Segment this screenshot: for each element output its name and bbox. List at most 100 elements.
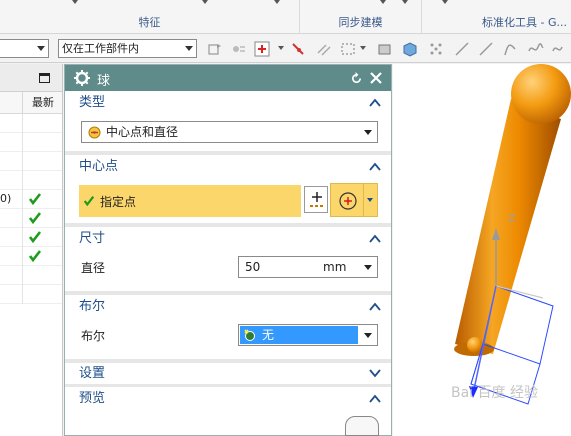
list-item[interactable] [0, 285, 62, 304]
center-diameter-icon [88, 126, 101, 139]
ribbon-dropdown-arrow[interactable] [200, 0, 210, 6]
spline-icon[interactable] [552, 41, 568, 57]
section-dimensions: 尺寸 直径 50 mm [65, 227, 391, 295]
check-icon [28, 193, 42, 206]
ribbon-dropdown-arrow[interactable] [272, 0, 282, 6]
list-item[interactable] [0, 133, 62, 152]
boolean-label: 布尔 [81, 329, 106, 343]
section-type: 类型 中心点和直径 [65, 91, 391, 155]
ribbon: 特征 同步建模 标准化工具 - G... [0, 0, 571, 34]
dialog-titlebar: 球 [65, 65, 391, 91]
snap-toggle-icon[interactable] [231, 41, 247, 57]
selection-scope-select[interactable]: 仅在工作部件内 [58, 39, 197, 58]
snap-point-icon[interactable] [207, 41, 223, 57]
section-title-settings[interactable]: 设置 [65, 363, 391, 384]
list-item[interactable] [0, 228, 62, 247]
point-dialog-button[interactable] [304, 186, 328, 213]
ribbon-group-standard-tools[interactable]: 标准化工具 - G... [422, 0, 571, 34]
chevron-down-icon [185, 46, 193, 51]
rect-select-icon[interactable] [340, 41, 356, 57]
section-title-boolean[interactable]: 布尔 [65, 295, 391, 319]
type-select-value: 中心点和直径 [106, 125, 179, 139]
type-filter-select[interactable] [0, 39, 49, 58]
curve-icon[interactable] [502, 41, 518, 57]
check-icon [28, 212, 42, 225]
preview-button[interactable] [345, 416, 379, 436]
snap-grid-icon[interactable] [428, 41, 444, 57]
line-icon[interactable] [454, 41, 470, 57]
ribbon-dropdown-arrow[interactable] [440, 0, 450, 6]
reset-icon[interactable] [350, 72, 363, 85]
chevron-down-icon [364, 333, 372, 338]
point-type-dropdown[interactable] [364, 183, 378, 217]
list-item[interactable] [0, 114, 62, 133]
navigator-header [0, 64, 62, 92]
dialog-title: 球 [97, 74, 111, 89]
chevron-up-icon[interactable] [369, 161, 381, 173]
ribbon-group-label: 标准化工具 - G... [482, 16, 567, 29]
boolean-select[interactable]: 无 [238, 324, 378, 346]
snap-endpoint-icon[interactable] [290, 41, 306, 57]
section-preview: 预览 [65, 387, 391, 436]
sphere-dialog: 球 类型 中心点和直径 中心点 指定点 尺寸 直径 50 mm 布尔 布尔 无 … [64, 64, 392, 436]
ribbon-dropdown-arrow[interactable] [378, 0, 388, 6]
check-icon [28, 231, 42, 244]
point-inference-icon[interactable] [254, 41, 270, 57]
gear-icon [74, 70, 90, 86]
chevron-down-icon [364, 265, 372, 270]
list-item[interactable] [0, 171, 62, 190]
ribbon-group-label: 同步建模 [338, 16, 383, 29]
navigator-column-header: 最新 [0, 92, 62, 114]
section-title-preview[interactable]: 预览 [65, 387, 391, 411]
list-item[interactable] [0, 209, 62, 228]
type-select[interactable]: 中心点和直径 [81, 121, 378, 143]
list-item[interactable] [0, 247, 62, 266]
snap-align-icon[interactable] [316, 41, 332, 57]
close-icon[interactable] [370, 72, 382, 84]
ribbon-dropdown-arrow[interactable] [70, 0, 80, 6]
diameter-field[interactable]: 50 mm [238, 256, 378, 278]
chevron-up-icon[interactable] [369, 233, 381, 245]
chevron-up-icon[interactable] [369, 97, 381, 109]
boolean-value: 无 [262, 328, 275, 342]
maximize-icon[interactable] [39, 73, 50, 83]
spline-icon[interactable] [528, 41, 544, 57]
specify-point-label: 指定点 [100, 195, 137, 209]
point-constructor-icon [310, 192, 323, 207]
list-item[interactable] [0, 266, 62, 285]
section-center-point: 中心点 指定点 [65, 155, 391, 227]
ribbon-group-sync-modeling[interactable]: 同步建模 [300, 0, 422, 34]
section-title-center[interactable]: 中心点 [65, 155, 391, 179]
selection-toolbar: 仅在工作部件内 [0, 35, 571, 63]
list-item[interactable]: 0) [0, 190, 62, 209]
z-axis-label: Z [508, 212, 516, 225]
graphics-viewport[interactable]: Z Bai 百度 经验 [393, 64, 571, 436]
chevron-down-icon[interactable] [369, 367, 381, 379]
point-type-button[interactable] [330, 183, 364, 217]
chevron-down-icon [364, 130, 372, 135]
solid-body-icon[interactable] [377, 41, 393, 57]
boolean-none-icon [244, 329, 255, 341]
section-settings: 设置 [65, 363, 391, 387]
list-item-text: 0) [0, 192, 12, 205]
part-navigator: 最新 0) [0, 64, 63, 436]
diameter-unit[interactable]: mm [323, 257, 346, 277]
ribbon-dropdown-arrow[interactable] [400, 0, 410, 6]
section-title-type[interactable]: 类型 [65, 91, 391, 115]
list-item[interactable] [0, 152, 62, 171]
line-icon[interactable] [478, 41, 494, 57]
specify-point-row[interactable]: 指定点 [79, 185, 301, 217]
section-title-dimensions[interactable]: 尺寸 [65, 227, 391, 251]
chevron-up-icon[interactable] [369, 301, 381, 313]
section-boolean: 布尔 布尔 无 [65, 295, 391, 363]
chevron-up-icon[interactable] [369, 393, 381, 405]
chevron-down-icon [37, 46, 45, 51]
diameter-label: 直径 [81, 261, 106, 275]
ribbon-group-features[interactable]: 特征 [0, 0, 300, 34]
selection-scope-value: 仅在工作部件内 [62, 42, 139, 55]
ribbon-group-label: 特征 [138, 16, 161, 29]
cylinder-with-sphere-model[interactable]: Z [393, 64, 571, 436]
column-latest[interactable]: 最新 [22, 92, 63, 114]
solid-blue-body-icon[interactable] [402, 41, 418, 57]
diameter-value[interactable]: 50 [245, 257, 260, 277]
